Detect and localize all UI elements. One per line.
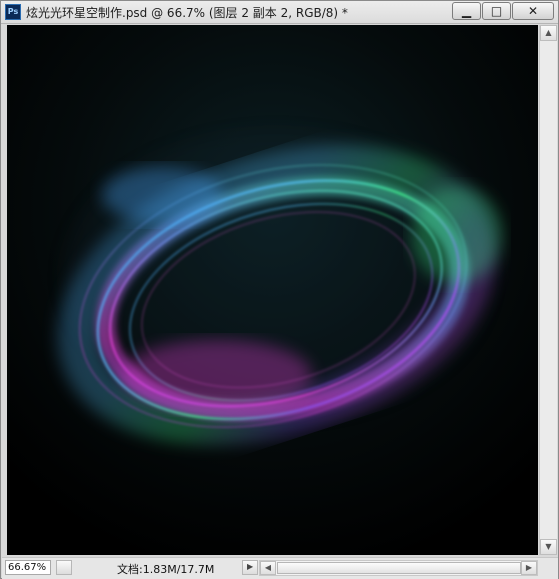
title-bar[interactable]: Ps 炫光光环星空制作.psd @ 66.7% (图层 2 副本 2, RGB/… — [1, 1, 558, 24]
document-title: 炫光光环星空制作.psd @ 66.7% (图层 2 副本 2, RGB/8) … — [26, 6, 348, 20]
status-arrow-glyph: ▶ — [247, 562, 254, 571]
glowing-ring-artwork — [7, 25, 538, 555]
close-button[interactable]: ✕ — [512, 2, 554, 20]
green-highlight — [412, 187, 502, 283]
document-size-info: 文档:1.83M/17.7M — [117, 563, 215, 576]
status-arrow-icon[interactable]: ▶ — [242, 560, 258, 575]
photoshop-icon: Ps — [5, 4, 21, 20]
document-window: Ps 炫光光环星空制作.psd @ 66.7% (图层 2 副本 2, RGB/… — [0, 0, 559, 579]
status-bar: 66.67% 文档:1.83M/17.7M ▶ ◀ ▶ — [2, 557, 558, 579]
minimize-button[interactable]: ▁ — [452, 2, 481, 20]
horizontal-scrollbar[interactable]: ◀ ▶ — [259, 560, 538, 576]
blue-highlight — [102, 167, 222, 223]
scroll-down-button[interactable]: ▼ — [540, 539, 557, 555]
zoom-level-field[interactable]: 66.67% — [5, 560, 51, 575]
maximize-button[interactable]: □ — [482, 2, 511, 20]
vertical-scrollbar[interactable]: ▲ ▼ — [539, 25, 557, 555]
horizontal-scroll-thumb[interactable] — [277, 562, 521, 574]
magenta-highlight — [122, 340, 312, 410]
scroll-left-button[interactable]: ◀ — [260, 561, 276, 575]
scroll-up-button[interactable]: ▲ — [540, 25, 557, 41]
status-menu-button[interactable] — [56, 560, 72, 575]
scroll-right-button[interactable]: ▶ — [521, 561, 537, 575]
document-canvas[interactable] — [7, 25, 538, 555]
